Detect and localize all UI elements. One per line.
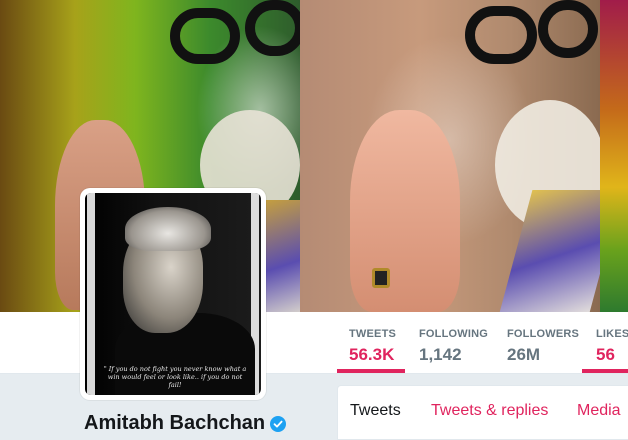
stat-label: FOLLOWING xyxy=(419,328,489,340)
tab-tweets-replies[interactable]: Tweets & replies xyxy=(431,402,548,420)
film-stripe xyxy=(87,193,95,395)
stat-value: 56.3K xyxy=(349,345,395,364)
stat-value: 26M xyxy=(507,345,541,364)
stat-value: 1,142 xyxy=(419,345,462,364)
glasses-shape xyxy=(538,0,598,58)
stat-label: FOLLOWERS xyxy=(507,328,580,340)
stat-label: LIKES xyxy=(596,328,628,340)
stat-likes[interactable]: LIKES 56 xyxy=(596,312,628,374)
verified-badge-icon xyxy=(270,415,287,432)
stat-label: TWEETS xyxy=(349,328,397,340)
glasses-shape xyxy=(465,6,537,64)
likes-underline xyxy=(582,369,628,373)
glasses-shape xyxy=(170,8,240,64)
profile-page: TWEETS 56.3K FOLLOWING 1,142 FOLLOWERS 2… xyxy=(0,0,628,440)
avatar-image: " If you do not fight you never know wha… xyxy=(85,193,261,395)
stat-value: 56 xyxy=(596,345,615,364)
profile-name-row: Amitabh Bachchan xyxy=(84,412,287,435)
stat-tweets[interactable]: TWEETS 56.3K xyxy=(349,312,396,374)
timeline-tabs: Tweets Tweets & replies Media xyxy=(337,385,628,440)
profile-name[interactable]: Amitabh Bachchan xyxy=(84,412,265,435)
glasses-shape xyxy=(245,0,300,56)
tab-tweets[interactable]: Tweets xyxy=(350,402,401,420)
tab-media[interactable]: Media xyxy=(577,402,621,420)
avatar-hair-shape xyxy=(125,207,211,251)
banner-panel-right xyxy=(600,0,628,312)
ring-shape xyxy=(372,268,390,288)
active-stat-underline xyxy=(337,369,405,373)
stat-following[interactable]: FOLLOWING 1,142 xyxy=(419,312,488,374)
banner-panel-middle xyxy=(300,0,600,312)
profile-avatar[interactable]: " If you do not fight you never know wha… xyxy=(80,188,266,400)
hands-shape xyxy=(350,110,460,312)
stat-followers[interactable]: FOLLOWERS 26M xyxy=(507,312,579,374)
avatar-quote: " If you do not fight you never know wha… xyxy=(103,365,247,389)
